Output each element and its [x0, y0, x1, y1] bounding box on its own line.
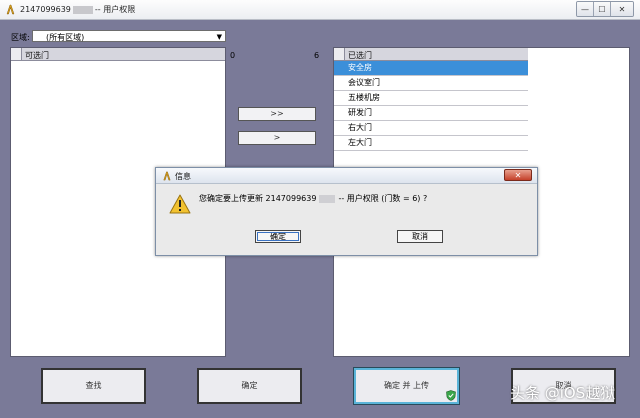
- available-count: 0: [230, 51, 236, 60]
- dialog-message-suffix: -- 用户权限 (门数 = 6) ?: [338, 194, 428, 203]
- close-button[interactable]: ✕: [611, 2, 633, 16]
- shield-icon: [446, 390, 456, 401]
- confirm-dialog: 信息 ✕ 您确定要上传更新 2147099639 -- 用户权限 (门数 = 6)…: [155, 167, 538, 256]
- header-spacer: [11, 48, 22, 60]
- window-title-suffix: -- 用户权限: [94, 5, 136, 14]
- door-list-item[interactable]: 安全房: [334, 61, 528, 76]
- selected-list-header[interactable]: 已选门: [334, 48, 528, 61]
- chevron-down-icon[interactable]: ▼: [217, 33, 222, 41]
- dialog-close-button[interactable]: ✕: [504, 169, 532, 181]
- add-button[interactable]: >: [238, 131, 316, 145]
- door-list-item[interactable]: 研发门: [334, 106, 528, 121]
- door-list-item[interactable]: 会议室门: [334, 76, 528, 91]
- window-title: 2147099639 -- 用户权限: [20, 4, 135, 15]
- door-list-item[interactable]: 右大门: [334, 121, 528, 136]
- selected-count: 6: [314, 51, 320, 60]
- confirm-upload-label: 确定 并 上传: [383, 381, 430, 390]
- window-title-id: 2147099639: [20, 5, 71, 14]
- warning-icon: [169, 194, 191, 214]
- available-header-label: 可选门: [25, 51, 49, 60]
- app-key-icon: [163, 171, 171, 181]
- redacted-block: [319, 194, 336, 203]
- dialog-message-prefix: 您确定要上传更新 2147099639: [199, 194, 317, 203]
- dialog-title-bar: 信息 ✕: [156, 168, 537, 184]
- title-bar: 2147099639 -- 用户权限 — ☐ ✕: [0, 0, 640, 20]
- confirm-button[interactable]: 确定: [197, 368, 302, 404]
- maximize-button[interactable]: ☐: [594, 2, 611, 16]
- header-spacer: [334, 48, 345, 60]
- watermark: 头条 @iOS越狱: [510, 384, 616, 402]
- minimize-button[interactable]: —: [577, 2, 594, 16]
- app-key-icon: [6, 4, 15, 15]
- region-select[interactable]: (所有区域) ▼: [32, 30, 226, 42]
- dialog-ok-button[interactable]: 确定: [255, 230, 301, 243]
- region-label: 区域:: [11, 33, 30, 42]
- confirm-upload-button[interactable]: 确定 并 上传: [353, 367, 460, 405]
- available-list-header[interactable]: 可选门: [11, 48, 225, 61]
- dialog-cancel-button[interactable]: 取消: [397, 230, 443, 243]
- dialog-message: 您确定要上传更新 2147099639 -- 用户权限 (门数 = 6) ?: [199, 193, 427, 204]
- dialog-title: 信息: [175, 172, 191, 181]
- selected-header-label: 已选门: [348, 51, 372, 60]
- redacted-block: [72, 5, 93, 14]
- door-rows: 安全房 会议室门 五楼机房 研发门 右大门 左大门: [334, 61, 528, 151]
- search-button[interactable]: 查找: [41, 368, 146, 404]
- window-controls: — ☐ ✕: [576, 1, 634, 17]
- door-list-item[interactable]: 五楼机房: [334, 91, 528, 106]
- region-selected-value: (所有区域): [46, 33, 85, 42]
- door-list-item[interactable]: 左大门: [334, 136, 528, 151]
- add-all-button[interactable]: >>: [238, 107, 316, 121]
